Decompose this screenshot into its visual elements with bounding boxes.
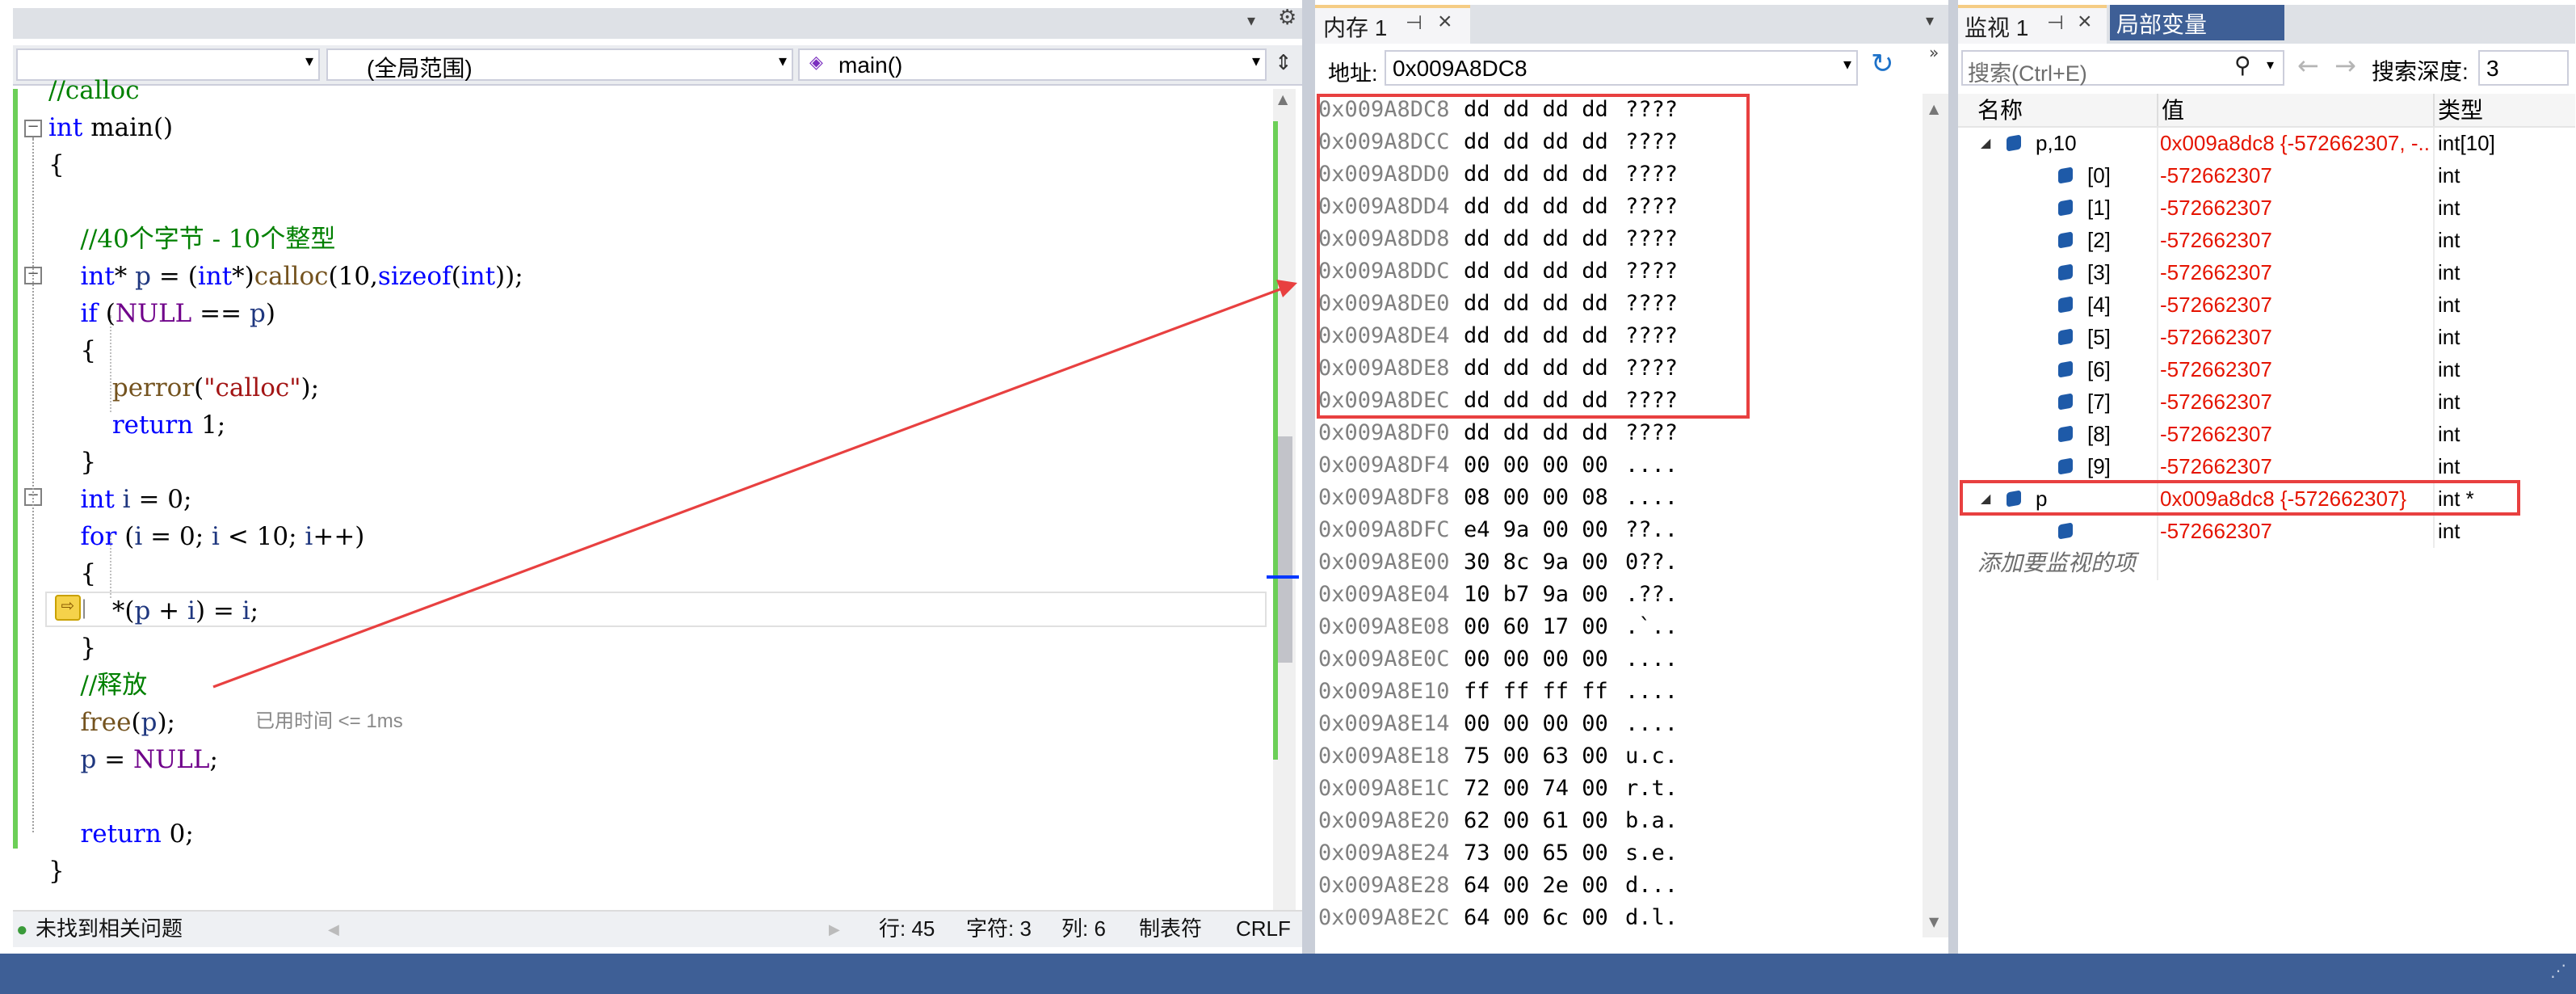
annotation-arrow-line [212,286,1285,689]
annotation-arrow [212,280,1297,689]
